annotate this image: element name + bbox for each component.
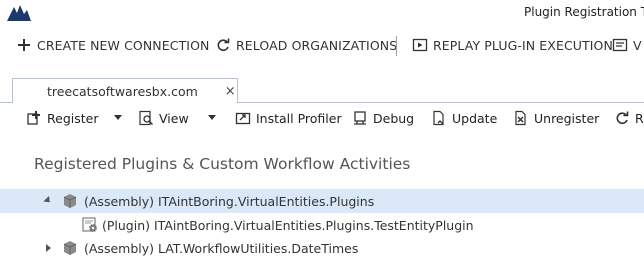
tab-label: treecatsoftwaresbx.com bbox=[47, 83, 198, 99]
reload-organizations-button[interactable]: RELOAD ORGANIZATIONS bbox=[215, 32, 397, 58]
view-label: View bbox=[159, 110, 189, 126]
replay-icon bbox=[412, 38, 428, 52]
replay-execution-button[interactable]: REPLAY PLUG-IN EXECUTION bbox=[412, 32, 613, 58]
update-button[interactable]: Update bbox=[431, 106, 497, 130]
install-profiler-label: Install Profiler bbox=[256, 110, 342, 126]
tree-node-label: (Assembly) LAT.WorkflowUtilities.DateTim… bbox=[84, 241, 359, 256]
main-toolbar: CREATE NEW CONNECTION RELOAD ORGANIZATIO… bbox=[0, 32, 644, 58]
reload-organizations-label: RELOAD ORGANIZATIONS bbox=[236, 37, 398, 53]
register-icon bbox=[27, 111, 40, 125]
tree-node-label: (Assembly) ITAintBoring.VirtualEntities.… bbox=[84, 194, 375, 209]
window-title: Plugin Registration To bbox=[524, 5, 644, 19]
expand-chevron-icon[interactable] bbox=[43, 195, 53, 206]
unregister-button[interactable]: Unregister bbox=[513, 106, 599, 130]
unregister-icon bbox=[515, 110, 526, 126]
toolbar-separator bbox=[396, 36, 397, 56]
register-dropdown-chevron-icon[interactable] bbox=[114, 115, 122, 120]
panel-title: Registered Plugins & Custom Workflow Act… bbox=[34, 155, 411, 173]
unregister-label: Unregister bbox=[534, 110, 600, 126]
close-icon[interactable]: × bbox=[225, 84, 236, 99]
install-icon bbox=[235, 112, 251, 125]
tree-row-plugin-testentity[interactable]: (Plugin) ITAintBoring.VirtualEntities.Pl… bbox=[0, 213, 644, 237]
debug-label: Debug bbox=[373, 110, 415, 126]
tree-node-label: (Plugin) ITAintBoring.VirtualEntities.Pl… bbox=[102, 218, 474, 233]
tab-active-gap bbox=[13, 102, 235, 103]
debug-icon bbox=[354, 111, 366, 125]
overflow-label: V bbox=[633, 37, 642, 53]
tree-row-assembly-virtualentities[interactable]: (Assembly) ITAintBoring.VirtualEntities.… bbox=[0, 189, 644, 213]
assembly-icon bbox=[63, 241, 77, 255]
plus-icon bbox=[18, 39, 30, 51]
create-connection-label: CREATE NEW CONNECTION bbox=[37, 37, 210, 53]
assembly-toolbar: Register View Install Profiler Debug Upd… bbox=[0, 106, 644, 130]
refresh-icon bbox=[616, 111, 629, 124]
refresh-button[interactable]: R bbox=[614, 106, 644, 130]
refresh-label: R bbox=[635, 110, 644, 126]
replay-execution-label: REPLAY PLUG-IN EXECUTION bbox=[433, 37, 613, 53]
tab-connection[interactable]: treecatsoftwaresbx.com × bbox=[12, 78, 238, 103]
update-icon bbox=[433, 110, 444, 126]
install-profiler-button[interactable]: Install Profiler bbox=[235, 106, 342, 130]
view-dropdown-chevron-icon[interactable] bbox=[208, 115, 216, 120]
dynamics-logo-icon bbox=[7, 5, 31, 21]
assembly-icon bbox=[63, 194, 77, 208]
overflow-button[interactable]: V bbox=[612, 32, 642, 58]
tree-row-assembly-workflowutilities[interactable]: (Assembly) LAT.WorkflowUtilities.DateTim… bbox=[0, 236, 644, 260]
create-connection-button[interactable]: CREATE NEW CONNECTION bbox=[16, 32, 210, 58]
debug-button[interactable]: Debug bbox=[352, 106, 414, 130]
magnifier-icon bbox=[139, 110, 154, 126]
register-label: Register bbox=[47, 110, 99, 126]
plugin-gear-icon bbox=[82, 217, 97, 232]
view-icon bbox=[612, 38, 628, 52]
update-label: Update bbox=[452, 110, 498, 126]
register-button[interactable]: Register bbox=[26, 106, 98, 130]
collapse-chevron-icon[interactable] bbox=[46, 244, 51, 252]
reload-icon bbox=[217, 38, 230, 51]
view-button[interactable]: View bbox=[138, 106, 189, 130]
